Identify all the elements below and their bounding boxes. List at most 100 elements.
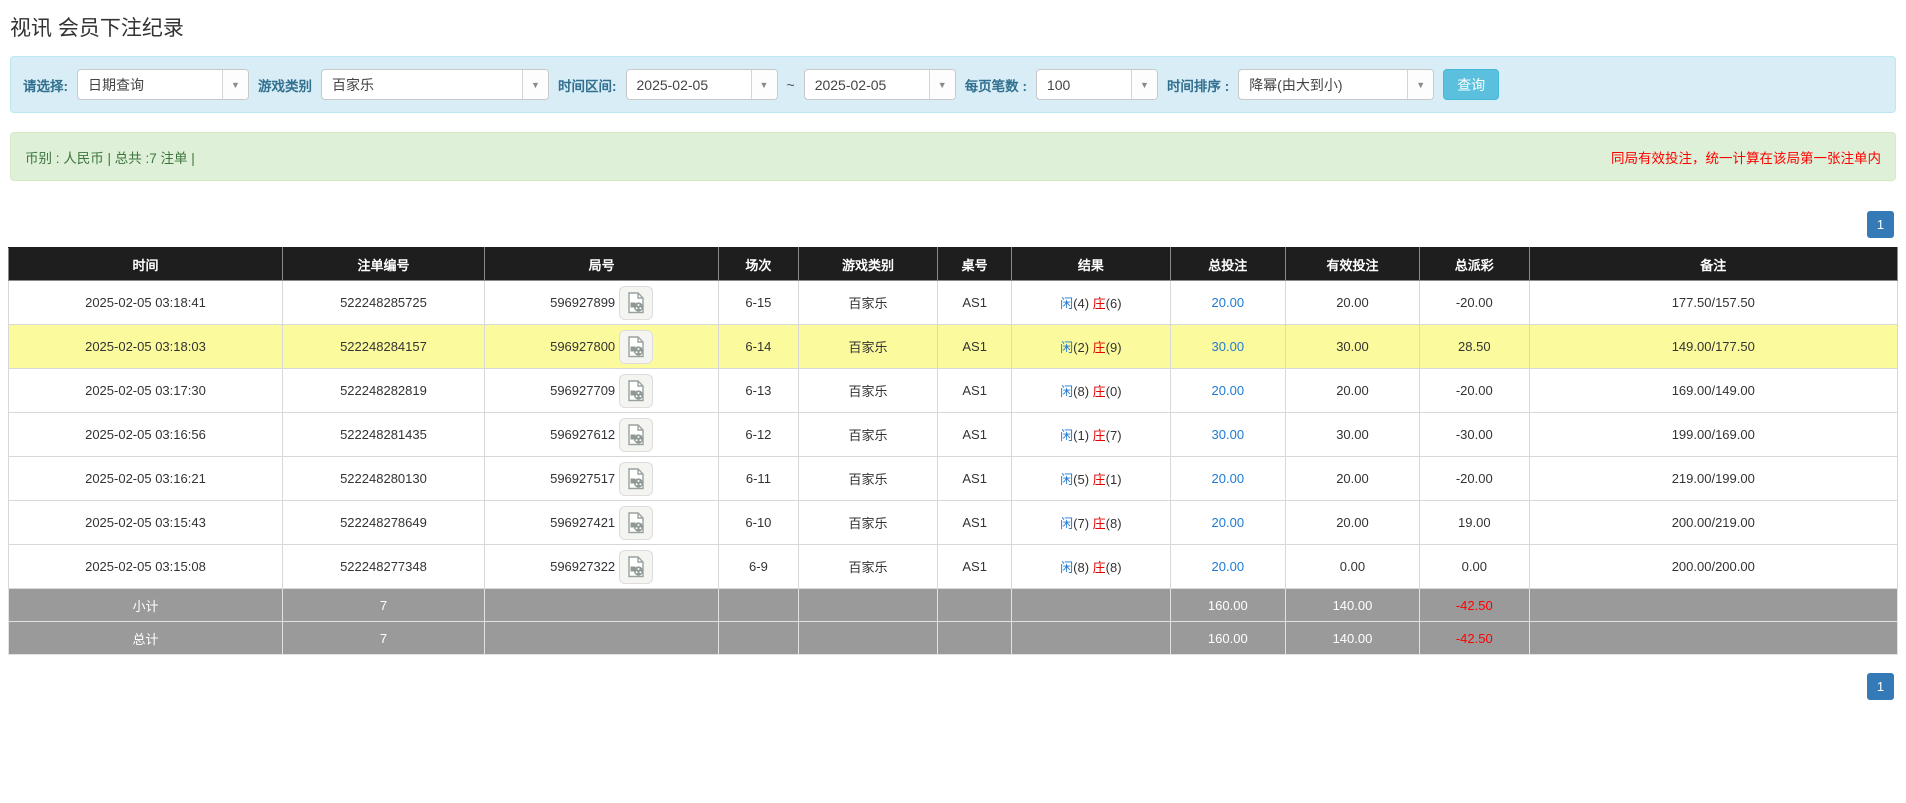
date-from-combobox[interactable]: ▼ (626, 69, 778, 100)
foot-empty (798, 622, 938, 655)
foot-valid-bet: 140.00 (1285, 622, 1419, 655)
chevron-down-icon[interactable]: ▼ (522, 70, 548, 99)
result-banker: 庄 (1093, 296, 1106, 311)
total-bet-link[interactable]: 30.00 (1212, 427, 1245, 442)
cell-remark: 149.00/177.50 (1529, 325, 1897, 369)
foot-empty (938, 589, 1012, 622)
cell-total-bet[interactable]: 20.00 (1170, 281, 1285, 325)
cell-round-id: 596927899 (485, 281, 719, 325)
sort-input[interactable] (1239, 70, 1407, 99)
page-size-input[interactable] (1037, 70, 1131, 99)
column-header: 局号 (485, 248, 719, 281)
column-header: 有效投注 (1285, 248, 1419, 281)
cell-payout: -20.00 (1420, 369, 1530, 413)
video-record-icon[interactable] (619, 374, 653, 408)
cell-result: 闲(1) 庄(7) (1012, 413, 1171, 457)
cell-valid-bet: 20.00 (1285, 457, 1419, 501)
video-record-icon[interactable] (619, 462, 653, 496)
cell-game-type: 百家乐 (798, 413, 938, 457)
cell-total-bet[interactable]: 30.00 (1170, 325, 1285, 369)
page-1-button[interactable]: 1 (1867, 211, 1894, 238)
cell-bet-id: 522248280130 (282, 457, 484, 501)
cell-time: 2025-02-05 03:17:30 (9, 369, 283, 413)
foot-empty (719, 622, 798, 655)
video-record-icon[interactable] (619, 418, 653, 452)
table-row: 2025-02-05 03:16:56522248281435596927612… (9, 413, 1898, 457)
page: 视讯 会员下注纪录 请选择: ▼ 游戏类别 ▼ 时间区间: ▼ ~ ▼ 每页笔数… (0, 0, 1906, 803)
pagination-top: 1 (0, 211, 1906, 238)
cell-remark: 169.00/149.00 (1529, 369, 1897, 413)
cell-valid-bet: 0.00 (1285, 545, 1419, 589)
chevron-down-icon[interactable]: ▼ (929, 70, 955, 99)
cell-remark: 200.00/200.00 (1529, 545, 1897, 589)
page-size-combobox[interactable]: ▼ (1036, 69, 1158, 100)
table-row: 2025-02-05 03:16:21522248280130596927517… (9, 457, 1898, 501)
cell-total-bet[interactable]: 20.00 (1170, 369, 1285, 413)
video-record-icon[interactable] (619, 286, 653, 320)
game-type-combobox[interactable]: ▼ (321, 69, 549, 100)
query-type-input[interactable] (78, 70, 222, 99)
video-record-icon[interactable] (619, 330, 653, 364)
cell-round-id: 596927709 (485, 369, 719, 413)
date-to-input[interactable] (805, 70, 929, 99)
chevron-down-icon[interactable]: ▼ (1407, 70, 1433, 99)
cell-total-bet[interactable]: 20.00 (1170, 457, 1285, 501)
cell-table-no: AS1 (938, 457, 1012, 501)
foot-empty (485, 589, 719, 622)
total-bet-link[interactable]: 20.00 (1212, 295, 1245, 310)
video-record-icon[interactable] (619, 506, 653, 540)
cell-session: 6-13 (719, 369, 798, 413)
column-header: 场次 (719, 248, 798, 281)
cell-result: 闲(2) 庄(9) (1012, 325, 1171, 369)
page-1-button[interactable]: 1 (1867, 673, 1894, 700)
round-id-text: 596927322 (550, 559, 615, 574)
result-player: 闲 (1060, 560, 1073, 575)
total-bet-link[interactable]: 30.00 (1212, 339, 1245, 354)
foot-empty (1529, 589, 1897, 622)
date-to-combobox[interactable]: ▼ (804, 69, 956, 100)
cell-valid-bet: 20.00 (1285, 369, 1419, 413)
foot-empty (1012, 589, 1171, 622)
summary-bar: 币别 : 人民币 | 总共 :7 注单 | 同局有效投注，统一计算在该局第一张注… (10, 132, 1896, 181)
total-bet-link[interactable]: 20.00 (1212, 383, 1245, 398)
sort-combobox[interactable]: ▼ (1238, 69, 1434, 100)
game-type-input[interactable] (322, 70, 522, 99)
cell-session: 6-10 (719, 501, 798, 545)
cell-result: 闲(4) 庄(6) (1012, 281, 1171, 325)
cell-total-bet[interactable]: 30.00 (1170, 413, 1285, 457)
cell-bet-id: 522248281435 (282, 413, 484, 457)
sort-label: 时间排序 : (1167, 75, 1229, 95)
column-header: 游戏类别 (798, 248, 938, 281)
cell-bet-id: 522248285725 (282, 281, 484, 325)
foot-empty (798, 589, 938, 622)
cell-payout: 0.00 (1420, 545, 1530, 589)
chevron-down-icon[interactable]: ▼ (222, 70, 248, 99)
result-banker: 庄 (1093, 384, 1106, 399)
date-from-input[interactable] (627, 70, 751, 99)
chevron-down-icon[interactable]: ▼ (1131, 70, 1157, 99)
cell-bet-id: 522248282819 (282, 369, 484, 413)
cell-total-bet[interactable]: 20.00 (1170, 545, 1285, 589)
cell-remark: 200.00/219.00 (1529, 501, 1897, 545)
cell-valid-bet: 20.00 (1285, 281, 1419, 325)
cell-time: 2025-02-05 03:16:56 (9, 413, 283, 457)
cell-game-type: 百家乐 (798, 281, 938, 325)
cell-table-no: AS1 (938, 501, 1012, 545)
result-banker: 庄 (1093, 472, 1106, 487)
page-size-label: 每页笔数 : (965, 75, 1027, 95)
table-row: 2025-02-05 03:15:43522248278649596927421… (9, 501, 1898, 545)
table-body: 2025-02-05 03:18:41522248285725596927899… (9, 281, 1898, 655)
result-player: 闲 (1060, 384, 1073, 399)
query-type-combobox[interactable]: ▼ (77, 69, 249, 100)
cell-total-bet[interactable]: 20.00 (1170, 501, 1285, 545)
search-button[interactable]: 查询 (1443, 69, 1499, 100)
total-bet-link[interactable]: 20.00 (1212, 515, 1245, 530)
chevron-down-icon[interactable]: ▼ (751, 70, 777, 99)
total-bet-link[interactable]: 20.00 (1212, 559, 1245, 574)
cell-game-type: 百家乐 (798, 325, 938, 369)
foot-empty (1012, 622, 1171, 655)
round-id-text: 596927800 (550, 339, 615, 354)
video-record-icon[interactable] (619, 550, 653, 584)
total-bet-link[interactable]: 20.00 (1212, 471, 1245, 486)
date-range-separator: ~ (787, 77, 795, 93)
